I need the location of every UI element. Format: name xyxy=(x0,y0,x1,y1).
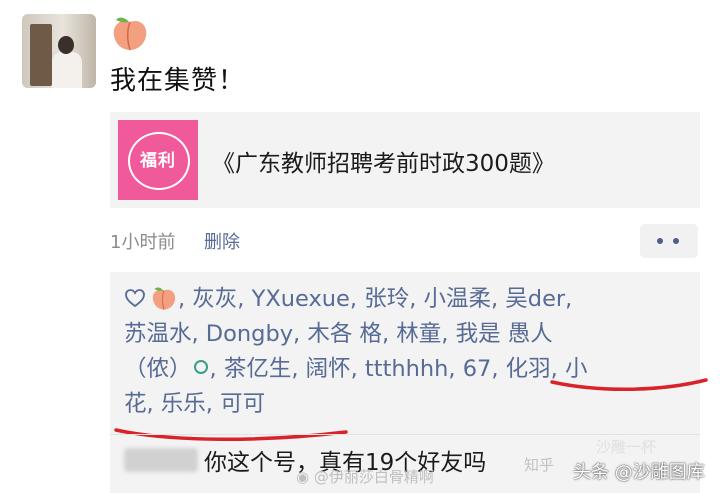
avatar-door xyxy=(30,24,52,86)
delete-link[interactable]: 删除 xyxy=(204,228,240,254)
zhihu-watermark: 知乎 xyxy=(524,456,555,474)
more-dots-icon xyxy=(673,238,679,244)
blurred-username xyxy=(124,448,198,472)
weibo-watermark-text: @伊丽莎白骨精啊 xyxy=(313,468,434,486)
likes-list: , 灰灰, YXuexue, 张玲, 小温柔, 吴der, 苏温水, Dongb… xyxy=(124,282,694,422)
more-button[interactable] xyxy=(640,224,698,258)
avatar[interactable] xyxy=(22,14,96,88)
share-title: 《广东教师招聘考前时政300题》 xyxy=(212,151,555,177)
peach-icon xyxy=(152,287,176,310)
more-dots-icon xyxy=(657,238,663,244)
likes-line-3a[interactable]: （侬） xyxy=(124,356,192,382)
toutiao-watermark: 头条 @沙雕图库 xyxy=(573,462,705,483)
likes-line-2[interactable]: 苏温水, Dongby, 木各 格, 林童, 我是 愚人 xyxy=(124,321,553,347)
likes-line-3b[interactable]: , 茶亿生, 阔怀, ttthhhh, 67, 化羽, 小 xyxy=(210,356,588,382)
weibo-icon: ◉ xyxy=(296,468,310,486)
post-text: 我在集赞！ xyxy=(110,66,246,96)
post-time: 1小时前 xyxy=(110,232,176,253)
logo-text: 福利 xyxy=(140,151,176,171)
share-logo: 福利 xyxy=(118,120,198,200)
faint-watermark: 沙雕一杯 xyxy=(596,438,657,456)
heart-outline-icon xyxy=(125,289,145,308)
circle-icon xyxy=(193,360,208,374)
peach-icon[interactable] xyxy=(110,14,150,52)
likes-line-4[interactable]: 花, 乐乐, 可可 xyxy=(124,391,265,417)
avatar-person-body xyxy=(52,52,82,88)
divider xyxy=(110,434,700,435)
weibo-watermark: ◉ @伊丽莎白骨精啊 xyxy=(296,466,434,487)
red-underline xyxy=(550,378,708,392)
avatar-person-head xyxy=(58,36,74,54)
likes-line-1[interactable]: , 灰灰, YXuexue, 张玲, 小温柔, 吴der, xyxy=(178,286,572,312)
share-card[interactable]: 福利 《广东教师招聘考前时政300题》 xyxy=(110,112,700,208)
